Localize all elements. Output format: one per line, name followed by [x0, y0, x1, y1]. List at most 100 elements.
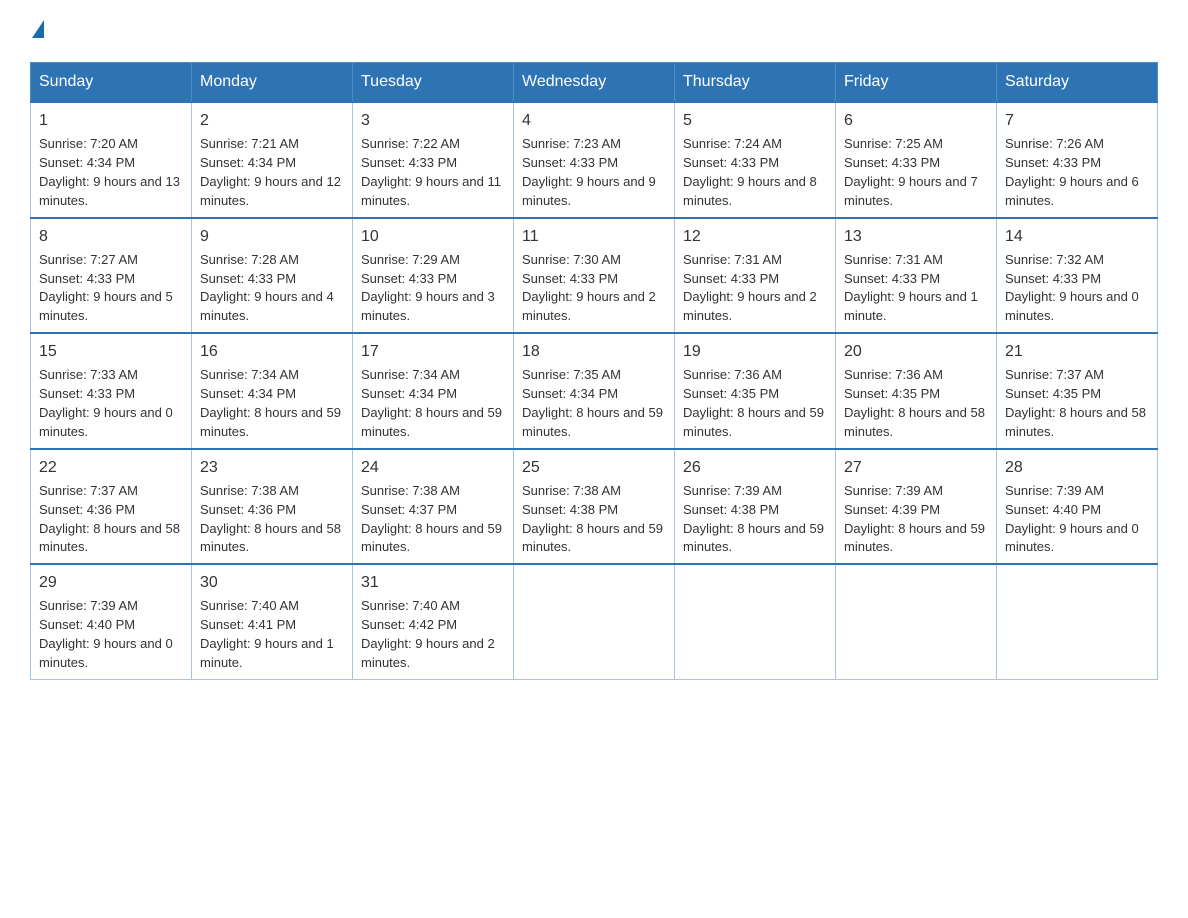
day-number: 30 [200, 571, 344, 594]
day-header-monday: Monday [192, 63, 353, 103]
calendar-cell: 8Sunrise: 7:27 AMSunset: 4:33 PMDaylight… [31, 218, 192, 334]
calendar-cell: 6Sunrise: 7:25 AMSunset: 4:33 PMDaylight… [836, 102, 997, 218]
sunset-label: Sunset: 4:36 PM [39, 502, 135, 517]
sunrise-label: Sunrise: 7:39 AM [683, 483, 782, 498]
calendar-week-3: 15Sunrise: 7:33 AMSunset: 4:33 PMDayligh… [31, 333, 1158, 449]
calendar-cell: 24Sunrise: 7:38 AMSunset: 4:37 PMDayligh… [353, 449, 514, 565]
daylight-label: Daylight: 8 hours and 59 minutes. [522, 405, 663, 439]
calendar-cell: 16Sunrise: 7:34 AMSunset: 4:34 PMDayligh… [192, 333, 353, 449]
calendar-cell: 20Sunrise: 7:36 AMSunset: 4:35 PMDayligh… [836, 333, 997, 449]
day-header-thursday: Thursday [675, 63, 836, 103]
day-number: 23 [200, 456, 344, 479]
sunset-label: Sunset: 4:38 PM [683, 502, 779, 517]
daylight-label: Daylight: 9 hours and 0 minutes. [39, 636, 173, 670]
calendar-cell: 19Sunrise: 7:36 AMSunset: 4:35 PMDayligh… [675, 333, 836, 449]
sunset-label: Sunset: 4:33 PM [1005, 155, 1101, 170]
day-number: 7 [1005, 109, 1149, 132]
day-number: 27 [844, 456, 988, 479]
daylight-label: Daylight: 8 hours and 58 minutes. [200, 521, 341, 555]
daylight-label: Daylight: 8 hours and 59 minutes. [361, 405, 502, 439]
daylight-label: Daylight: 9 hours and 0 minutes. [39, 405, 173, 439]
calendar-cell: 4Sunrise: 7:23 AMSunset: 4:33 PMDaylight… [514, 102, 675, 218]
day-number: 3 [361, 109, 505, 132]
sunrise-label: Sunrise: 7:37 AM [1005, 367, 1104, 382]
daylight-label: Daylight: 9 hours and 11 minutes. [361, 174, 501, 208]
daylight-label: Daylight: 9 hours and 13 minutes. [39, 174, 180, 208]
sunset-label: Sunset: 4:33 PM [522, 271, 618, 286]
sunset-label: Sunset: 4:37 PM [361, 502, 457, 517]
daylight-label: Daylight: 9 hours and 2 minutes. [522, 289, 656, 323]
daylight-label: Daylight: 9 hours and 9 minutes. [522, 174, 656, 208]
sunrise-label: Sunrise: 7:31 AM [844, 252, 943, 267]
day-number: 25 [522, 456, 666, 479]
sunrise-label: Sunrise: 7:34 AM [361, 367, 460, 382]
sunset-label: Sunset: 4:40 PM [1005, 502, 1101, 517]
calendar-table: SundayMondayTuesdayWednesdayThursdayFrid… [30, 62, 1158, 680]
day-number: 16 [200, 340, 344, 363]
day-number: 11 [522, 225, 666, 248]
sunrise-label: Sunrise: 7:32 AM [1005, 252, 1104, 267]
sunrise-label: Sunrise: 7:27 AM [39, 252, 138, 267]
daylight-label: Daylight: 9 hours and 12 minutes. [200, 174, 341, 208]
calendar-cell [836, 564, 997, 679]
sunrise-label: Sunrise: 7:29 AM [361, 252, 460, 267]
calendar-cell: 22Sunrise: 7:37 AMSunset: 4:36 PMDayligh… [31, 449, 192, 565]
sunrise-label: Sunrise: 7:28 AM [200, 252, 299, 267]
sunrise-label: Sunrise: 7:40 AM [361, 598, 460, 613]
sunrise-label: Sunrise: 7:30 AM [522, 252, 621, 267]
day-number: 31 [361, 571, 505, 594]
calendar-cell [675, 564, 836, 679]
sunset-label: Sunset: 4:33 PM [683, 271, 779, 286]
daylight-label: Daylight: 9 hours and 2 minutes. [683, 289, 817, 323]
calendar-cell: 11 Sunrise: 7:30 AM Sunset: 4:33 PM Dayligh… [514, 218, 675, 334]
sunset-label: Sunset: 4:34 PM [361, 386, 457, 401]
sunrise-label: Sunrise: 7:33 AM [39, 367, 138, 382]
daylight-label: Daylight: 8 hours and 59 minutes. [522, 521, 663, 555]
calendar-cell: 31Sunrise: 7:40 AMSunset: 4:42 PMDayligh… [353, 564, 514, 679]
daylight-label: Daylight: 9 hours and 4 minutes. [200, 289, 334, 323]
sunset-label: Sunset: 4:41 PM [200, 617, 296, 632]
day-number: 1 [39, 109, 183, 132]
sunset-label: Sunset: 4:40 PM [39, 617, 135, 632]
daylight-label: Daylight: 9 hours and 6 minutes. [1005, 174, 1139, 208]
calendar-cell: 18Sunrise: 7:35 AMSunset: 4:34 PMDayligh… [514, 333, 675, 449]
sunset-label: Sunset: 4:33 PM [522, 155, 618, 170]
sunset-label: Sunset: 4:34 PM [522, 386, 618, 401]
sunset-label: Sunset: 4:39 PM [844, 502, 940, 517]
day-header-sunday: Sunday [31, 63, 192, 103]
calendar-cell: 14Sunrise: 7:32 AMSunset: 4:33 PMDayligh… [997, 218, 1158, 334]
calendar-cell: 2Sunrise: 7:21 AMSunset: 4:34 PMDaylight… [192, 102, 353, 218]
calendar-week-1: 1Sunrise: 7:20 AMSunset: 4:34 PMDaylight… [31, 102, 1158, 218]
sunset-label: Sunset: 4:35 PM [1005, 386, 1101, 401]
sunset-label: Sunset: 4:36 PM [200, 502, 296, 517]
page-header [30, 20, 1158, 42]
calendar-cell [514, 564, 675, 679]
calendar-cell: 5Sunrise: 7:24 AMSunset: 4:33 PMDaylight… [675, 102, 836, 218]
sunrise-label: Sunrise: 7:26 AM [1005, 136, 1104, 151]
sunrise-label: Sunrise: 7:38 AM [200, 483, 299, 498]
calendar-cell: 15Sunrise: 7:33 AMSunset: 4:33 PMDayligh… [31, 333, 192, 449]
sunrise-label: Sunrise: 7:20 AM [39, 136, 138, 151]
logo-text [30, 20, 44, 40]
day-number: 18 [522, 340, 666, 363]
daylight-label: Daylight: 8 hours and 59 minutes. [844, 521, 985, 555]
daylight-label: Daylight: 9 hours and 7 minutes. [844, 174, 978, 208]
day-number: 20 [844, 340, 988, 363]
sunrise-label: Sunrise: 7:39 AM [39, 598, 138, 613]
sunrise-label: Sunrise: 7:39 AM [1005, 483, 1104, 498]
day-header-tuesday: Tuesday [353, 63, 514, 103]
sunrise-label: Sunrise: 7:40 AM [200, 598, 299, 613]
calendar-cell: 9Sunrise: 7:28 AMSunset: 4:33 PMDaylight… [192, 218, 353, 334]
day-number: 15 [39, 340, 183, 363]
day-number: 9 [200, 225, 344, 248]
day-header-saturday: Saturday [997, 63, 1158, 103]
daylight-label: Daylight: 8 hours and 58 minutes. [844, 405, 985, 439]
sunrise-label: Sunrise: 7:23 AM [522, 136, 621, 151]
sunrise-label: Sunrise: 7:21 AM [200, 136, 299, 151]
sunset-label: Sunset: 4:33 PM [361, 155, 457, 170]
day-number: 26 [683, 456, 827, 479]
sunrise-label: Sunrise: 7:38 AM [361, 483, 460, 498]
daylight-label: Daylight: 9 hours and 8 minutes. [683, 174, 817, 208]
logo-triangle-icon [32, 20, 44, 38]
daylight-label: Daylight: 8 hours and 59 minutes. [683, 405, 824, 439]
